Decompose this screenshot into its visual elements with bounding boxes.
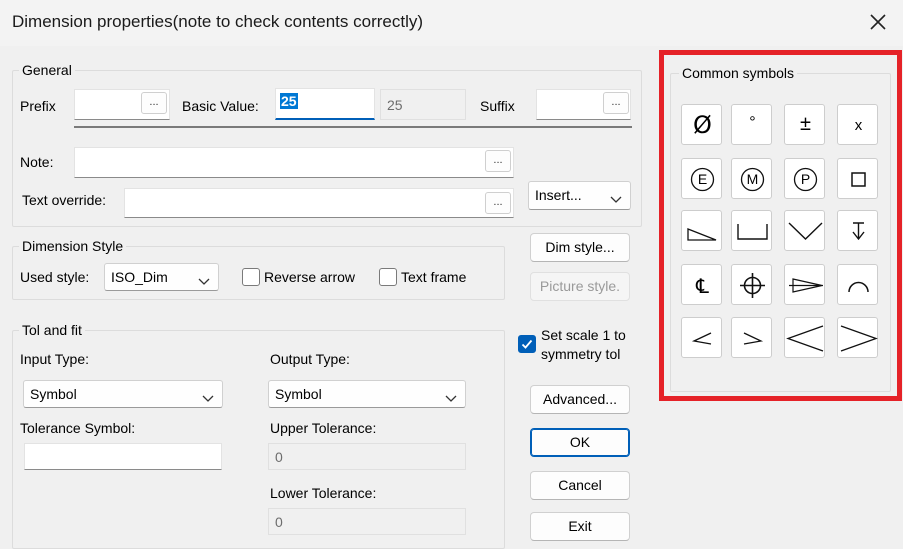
text-frame-label: Text frame	[401, 269, 467, 285]
basic-value-input[interactable]: 25	[275, 88, 375, 120]
upper-tolerance-label: Upper Tolerance:	[270, 420, 377, 436]
chevron-down-icon	[202, 390, 214, 406]
highlight-box	[659, 50, 902, 401]
output-type-label: Output Type:	[270, 351, 350, 367]
used-style-dropdown[interactable]: ISO_Dim	[104, 263, 219, 291]
insert-dropdown-value: Insert...	[535, 187, 582, 203]
set-scale-label-line1: Set scale 1 to	[541, 327, 626, 343]
input-type-value: Symbol	[30, 386, 77, 402]
input-type-dropdown[interactable]: Symbol	[23, 380, 223, 408]
tolerance-symbol-input[interactable]	[24, 443, 222, 470]
dimension-style-group-label: Dimension Style	[19, 238, 127, 254]
used-style-label: Used style:	[20, 269, 90, 285]
tol-fit-group-label: Tol and fit	[19, 322, 85, 338]
advanced-button[interactable]: Advanced...	[530, 385, 630, 414]
note-label: Note:	[20, 154, 54, 170]
note-browse-button[interactable]: ...	[485, 150, 511, 172]
used-style-value: ISO_Dim	[111, 269, 168, 285]
prefix-label: Prefix	[20, 98, 56, 114]
chevron-down-icon	[610, 191, 622, 207]
basic-value-selected-text: 25	[280, 93, 298, 109]
window-title: Dimension properties(note to check conte…	[12, 12, 424, 31]
lower-tolerance-input: 0	[268, 508, 466, 535]
set-scale-checkbox[interactable]	[518, 335, 536, 353]
reverse-arrow-checkbox[interactable]	[242, 268, 260, 286]
chevron-down-icon	[445, 390, 457, 406]
chevron-down-icon	[198, 273, 210, 289]
suffix-browse-button[interactable]: ...	[603, 92, 629, 114]
text-override-label: Text override:	[22, 192, 107, 208]
exit-button[interactable]: Exit	[530, 512, 630, 541]
set-scale-label-line2: symmetry tol	[541, 346, 621, 362]
general-group-label: General	[19, 62, 75, 78]
text-frame-checkbox[interactable]	[379, 268, 397, 286]
dim-style-button[interactable]: Dim style...	[530, 233, 630, 262]
text-override-browse-button[interactable]: ...	[485, 192, 511, 214]
checkmark-icon	[521, 339, 533, 349]
prefix-browse-button[interactable]: ...	[141, 92, 167, 114]
ok-button[interactable]: OK	[530, 428, 630, 457]
lower-tolerance-label: Lower Tolerance:	[270, 485, 377, 501]
reverse-arrow-label: Reverse arrow	[264, 269, 356, 285]
general-divider	[74, 126, 632, 128]
output-type-dropdown[interactable]: Symbol	[268, 380, 466, 408]
input-type-label: Input Type:	[20, 351, 90, 367]
insert-dropdown[interactable]: Insert...	[528, 181, 631, 210]
note-input[interactable]	[74, 147, 514, 178]
text-override-input[interactable]	[124, 188, 514, 218]
basic-value-label: Basic Value:	[182, 98, 259, 114]
tolerance-symbol-label: Tolerance Symbol:	[20, 420, 136, 436]
upper-tolerance-input: 0	[268, 443, 466, 470]
cancel-button[interactable]: Cancel	[530, 471, 630, 500]
close-icon[interactable]	[866, 10, 890, 34]
picture-style-button: Picture style.	[530, 272, 630, 301]
basic-value-readout: 25	[380, 89, 466, 120]
output-type-value: Symbol	[275, 386, 322, 402]
suffix-label: Suffix	[480, 98, 515, 114]
